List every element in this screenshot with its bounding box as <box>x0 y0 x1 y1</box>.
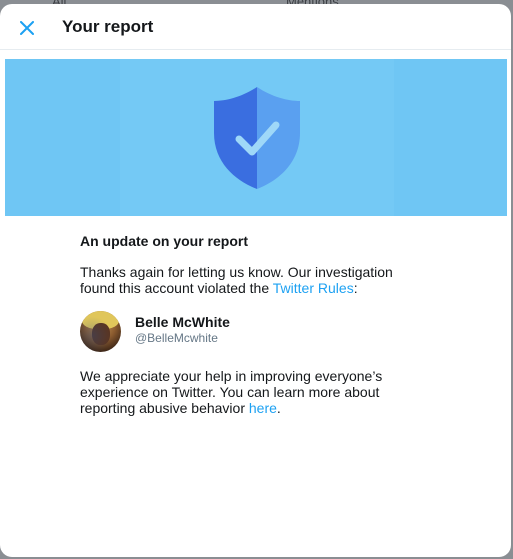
close-icon <box>20 21 34 35</box>
report-content: An update on your report Thanks again fo… <box>80 232 420 416</box>
appreciation-paragraph: We appreciate your help in improving eve… <box>80 368 420 416</box>
appreciation-end: . <box>276 400 281 416</box>
close-button[interactable] <box>14 16 40 40</box>
account-handle: @BelleMcwhite <box>135 331 218 345</box>
twitter-rules-link[interactable]: Twitter Rules <box>273 280 354 296</box>
shield-check-icon <box>214 87 300 189</box>
account-name: Belle McWhite <box>135 314 230 330</box>
learn-more-link[interactable]: here <box>249 400 277 416</box>
reported-account[interactable]: Belle McWhite @BelleMcwhite <box>80 311 420 352</box>
report-banner <box>5 59 507 216</box>
avatar <box>80 311 121 352</box>
report-heading: An update on your report <box>80 233 248 249</box>
report-modal: Your report An update on your report Tha… <box>0 4 511 557</box>
investigation-end: : <box>353 280 358 296</box>
modal-header: Your report <box>0 4 511 50</box>
investigation-paragraph: Thanks again for letting us know. Our in… <box>80 264 420 296</box>
modal-title: Your report <box>62 17 154 36</box>
appreciation-text: We appreciate your help in improving eve… <box>80 368 383 416</box>
